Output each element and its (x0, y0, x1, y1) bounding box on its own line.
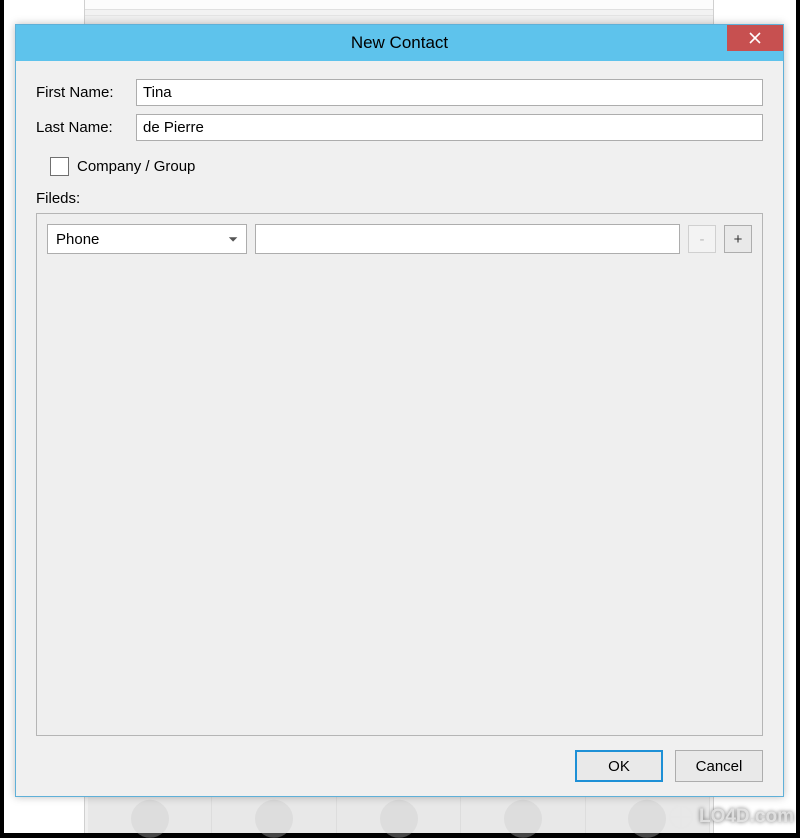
company-group-checkbox[interactable] (50, 157, 69, 176)
fields-box: Phone ⏷ - + (36, 213, 763, 736)
minus-icon: - (700, 231, 705, 248)
field-type-combo[interactable]: Phone ⏷ (47, 224, 247, 254)
globe-icon (669, 805, 693, 829)
company-group-row: Company / Group (50, 157, 763, 176)
remove-field-button[interactable]: - (688, 225, 716, 253)
field-value-input[interactable] (255, 224, 680, 254)
add-field-button[interactable]: + (724, 225, 752, 253)
watermark: LO4D.com (669, 805, 794, 829)
field-row: Phone ⏷ - + (47, 224, 752, 254)
first-name-row: First Name: (36, 79, 763, 106)
dialog-body: First Name: Last Name: Company / Group F… (16, 61, 783, 796)
plus-icon: + (734, 231, 743, 248)
background-band (85, 10, 713, 16)
last-name-label: Last Name: (36, 119, 136, 136)
cancel-button[interactable]: Cancel (675, 750, 763, 782)
first-name-label: First Name: (36, 84, 136, 101)
background-toolbar (88, 797, 710, 833)
dialog-footer: OK Cancel (36, 750, 763, 782)
fields-label: Fileds: (36, 190, 763, 207)
ok-button-label: OK (608, 758, 630, 775)
dialog-title: New Contact (16, 33, 783, 53)
cancel-button-label: Cancel (696, 758, 743, 775)
field-type-selected: Phone (56, 231, 99, 248)
close-icon (749, 32, 761, 44)
first-name-input[interactable] (136, 79, 763, 106)
close-button[interactable] (727, 25, 783, 51)
titlebar[interactable]: New Contact (16, 25, 783, 61)
chevron-down-icon: ⏷ (228, 232, 238, 247)
background-band (85, 0, 713, 10)
ok-button[interactable]: OK (575, 750, 663, 782)
watermark-text: LO4D.com (699, 806, 794, 828)
new-contact-dialog: New Contact First Name: Last Name: Compa… (15, 24, 784, 797)
last-name-input[interactable] (136, 114, 763, 141)
company-group-label: Company / Group (77, 158, 195, 175)
last-name-row: Last Name: (36, 114, 763, 141)
